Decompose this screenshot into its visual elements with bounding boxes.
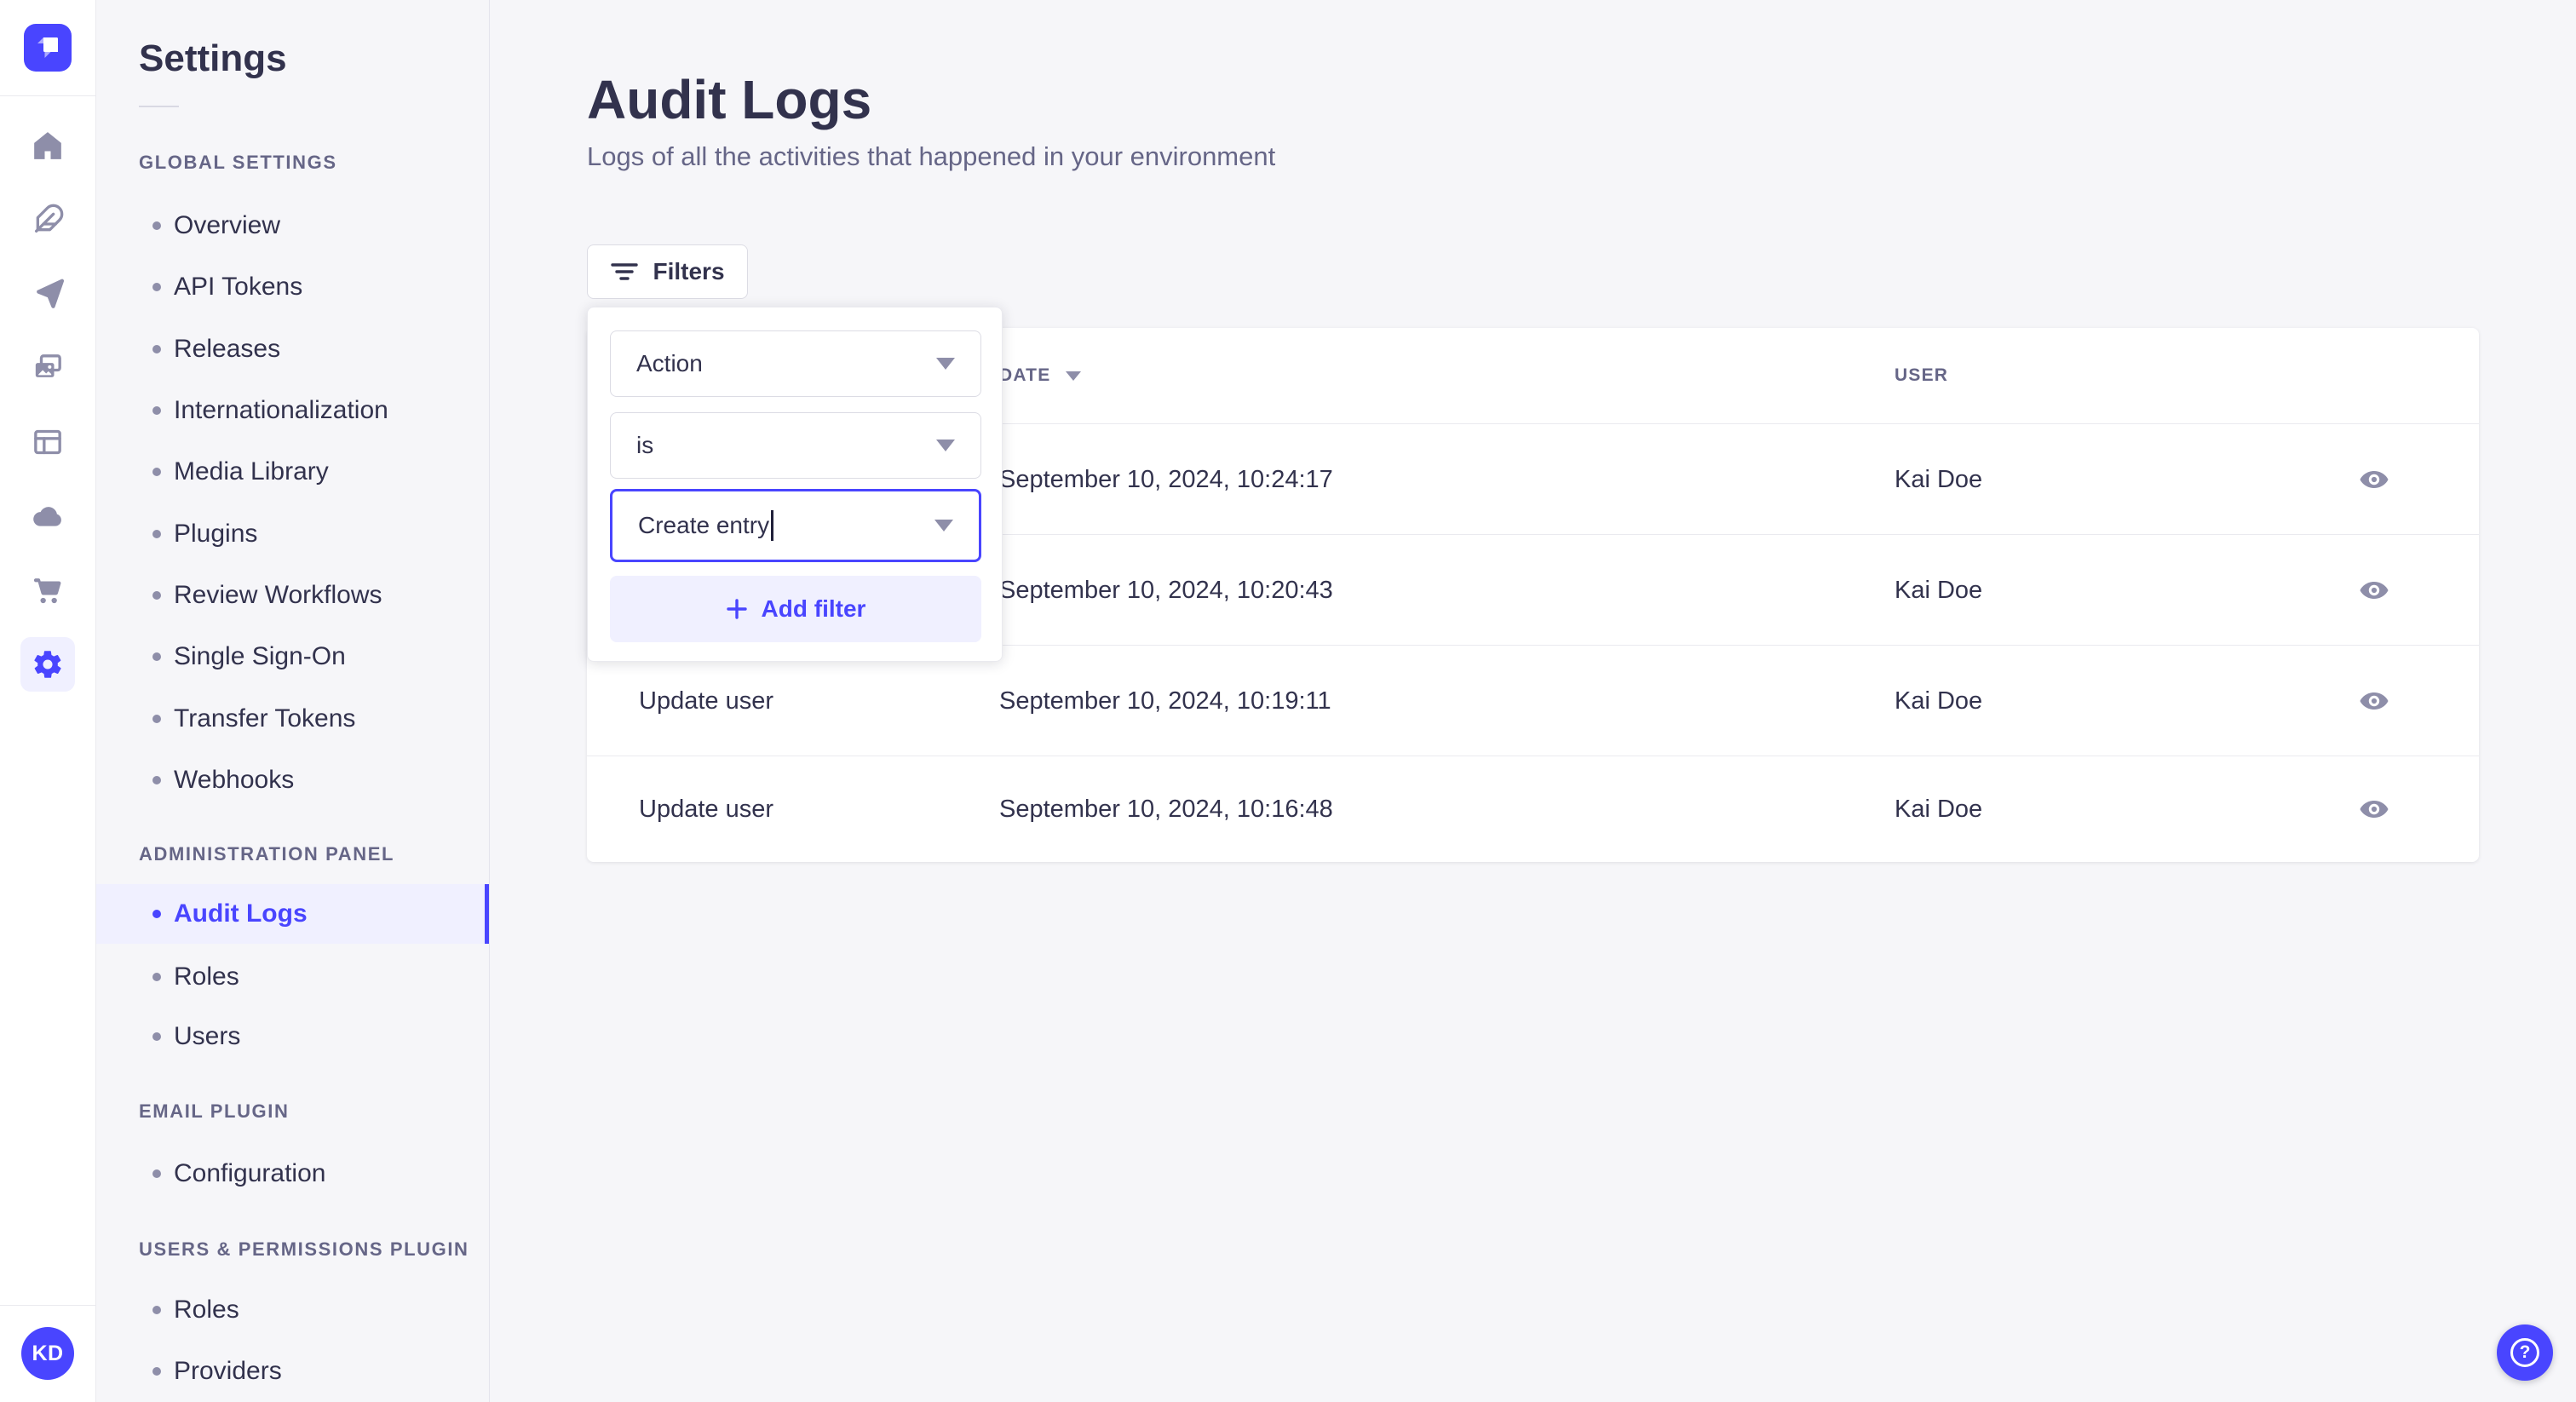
layout-icon[interactable]	[31, 425, 65, 459]
sidebar-item-api-tokens[interactable]: API Tokens	[96, 256, 489, 318]
cell-date: September 10, 2024, 10:24:17	[999, 466, 1333, 493]
user-avatar[interactable]: KD	[21, 1327, 74, 1380]
chevron-down-icon	[934, 520, 953, 531]
cloud-icon[interactable]	[31, 499, 65, 533]
page-subtitle: Logs of all the activities that happened…	[587, 141, 1276, 171]
filter-operator-select[interactable]: is	[610, 412, 981, 479]
section-label-global-settings: GLOBAL SETTINGS	[139, 152, 337, 173]
table-row: Update user September 10, 2024, 10:16:48…	[587, 756, 2479, 861]
plus-icon	[726, 598, 748, 620]
media-gallery-icon[interactable]	[31, 351, 65, 385]
divider	[0, 1305, 95, 1306]
sidebar-item-providers[interactable]: Providers	[96, 1341, 489, 1402]
sidebar-item-internationalization[interactable]: Internationalization	[96, 380, 489, 441]
filter-value-text: Create entry	[638, 512, 770, 538]
cell-user: Kai Doe	[1895, 466, 1983, 493]
column-header-date[interactable]: DATE	[999, 328, 1082, 423]
cart-icon[interactable]	[31, 573, 65, 607]
chevron-down-icon	[936, 358, 955, 370]
sidebar-item-users[interactable]: Users	[96, 1006, 489, 1067]
cell-date: September 10, 2024, 10:20:43	[999, 577, 1333, 604]
page-title: Audit Logs	[587, 69, 872, 130]
cell-user: Kai Doe	[1895, 577, 1983, 604]
view-details-eye-icon[interactable]	[2355, 573, 2393, 607]
strapi-logo[interactable]	[24, 24, 72, 72]
gear-icon[interactable]	[20, 637, 75, 692]
sidebar-item-roles-admin[interactable]: Roles	[96, 946, 489, 1008]
divider	[0, 95, 95, 96]
filter-icon	[610, 260, 639, 284]
filter-field-select[interactable]: Action	[610, 330, 981, 397]
filters-button-label: Filters	[653, 258, 725, 284]
view-details-eye-icon[interactable]	[2355, 463, 2393, 497]
text-cursor	[771, 510, 774, 541]
cell-user: Kai Doe	[1895, 687, 1983, 715]
question-mark-icon: ?	[2510, 1338, 2539, 1367]
add-filter-label: Add filter	[761, 595, 866, 622]
section-label-email-plugin: EMAIL PLUGIN	[139, 1100, 290, 1122]
sidebar-item-releases[interactable]: Releases	[96, 319, 489, 380]
subnav-title: Settings	[139, 37, 287, 79]
filters-button[interactable]: Filters	[587, 244, 748, 299]
cell-date: September 10, 2024, 10:19:11	[999, 687, 1331, 715]
cell-date: September 10, 2024, 10:16:48	[999, 796, 1333, 823]
column-header-user: USER	[1895, 365, 1949, 385]
add-filter-button[interactable]: Add filter	[610, 576, 981, 642]
sidebar-item-review-workflows[interactable]: Review Workflows	[96, 565, 489, 626]
chevron-down-icon	[936, 440, 955, 451]
home-icon[interactable]	[31, 129, 65, 163]
divider	[139, 106, 179, 107]
sidebar-item-roles-up[interactable]: Roles	[96, 1279, 489, 1341]
main-content: Audit Logs Logs of all the activities th…	[491, 0, 2576, 1402]
main-nav-rail: KD	[0, 0, 96, 1402]
sidebar-item-single-sign-on[interactable]: Single Sign-On	[96, 626, 489, 687]
cell-user: Kai Doe	[1895, 796, 1983, 823]
filter-field-value: Action	[636, 350, 703, 376]
section-label-users-permissions-plugin: USERS & PERMISSIONS PLUGIN	[139, 1238, 469, 1260]
filter-value-select[interactable]: Create entry	[610, 489, 981, 562]
view-details-eye-icon[interactable]	[2355, 792, 2393, 826]
sidebar-item-webhooks[interactable]: Webhooks	[96, 750, 489, 811]
sidebar-item-configuration[interactable]: Configuration	[96, 1143, 489, 1204]
filter-operator-value: is	[636, 432, 654, 458]
sort-desc-icon	[1066, 371, 1082, 381]
cell-action: Update user	[639, 796, 773, 823]
settings-subnav: Settings GLOBAL SETTINGS Overview API To…	[96, 0, 490, 1402]
sidebar-item-overview[interactable]: Overview	[96, 195, 489, 256]
sidebar-item-plugins[interactable]: Plugins	[96, 503, 489, 565]
sidebar-item-audit-logs[interactable]: Audit Logs	[96, 884, 489, 944]
section-label-administration-panel: ADMINISTRATION PANEL	[139, 843, 395, 865]
sidebar-item-media-library[interactable]: Media Library	[96, 441, 489, 503]
view-details-eye-icon[interactable]	[2355, 684, 2393, 718]
help-button[interactable]: ?	[2497, 1324, 2553, 1381]
filter-popover: Action is Create entry Add filter	[587, 307, 1003, 662]
feather-icon[interactable]	[31, 203, 65, 237]
paper-plane-icon[interactable]	[31, 277, 65, 311]
cell-action: Update user	[639, 687, 773, 715]
sidebar-item-transfer-tokens[interactable]: Transfer Tokens	[96, 688, 489, 750]
